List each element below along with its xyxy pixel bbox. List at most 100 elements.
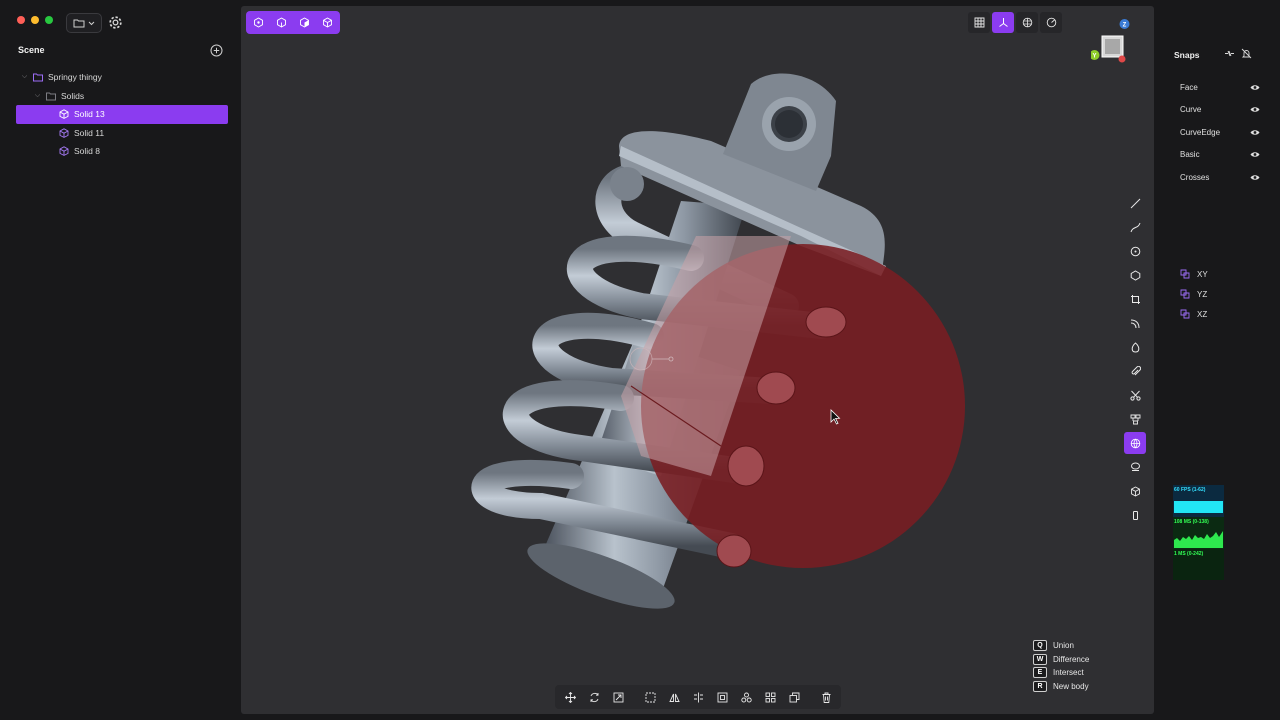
plane-icon (1180, 269, 1190, 279)
shortcut-difference[interactable]: W Difference (1033, 653, 1089, 666)
snap-list: Face Curve CurveEdge Basic Crosses (1180, 76, 1260, 189)
shortcut-key: E (1033, 667, 1047, 679)
maximize-window-button[interactable] (45, 16, 53, 24)
gizmo-y-label: Y (1092, 54, 1096, 60)
gizmo-z-label: Z (1123, 23, 1127, 29)
minimize-window-button[interactable] (31, 16, 39, 24)
edge-select-icon (277, 17, 286, 28)
orientation-gizmo[interactable]: Z Y (1091, 18, 1131, 68)
axes-icon (998, 18, 1008, 27)
frame-button[interactable] (639, 687, 661, 707)
array-button[interactable] (759, 687, 781, 707)
fit-icon (717, 692, 727, 702)
curve-icon (1130, 222, 1140, 232)
plane-xz[interactable]: XZ (1180, 304, 1208, 324)
snap-toggle-icon[interactable] (1224, 48, 1235, 59)
snap-basic[interactable]: Basic (1180, 144, 1260, 167)
3d-model[interactable] (241, 6, 1154, 714)
cut-icon (1129, 390, 1141, 401)
coil-cut-face (727, 445, 765, 487)
boolean-shortcuts: Q Union W Difference E Intersect R New body (1033, 640, 1089, 692)
chevron-down-icon[interactable]: ⌵ (33, 92, 42, 100)
file-menu-button[interactable] (66, 13, 102, 33)
device-preview-button[interactable] (1124, 504, 1146, 526)
snap-crosses[interactable]: Crosses (1180, 166, 1260, 189)
tree-item-solid-13[interactable]: Solid 13 (16, 105, 228, 124)
rectangle-tool-button[interactable] (1124, 288, 1146, 310)
render-mode-button[interactable] (1016, 12, 1038, 33)
folder-icon (33, 73, 43, 82)
camera-mode-button[interactable] (1040, 12, 1062, 33)
tree-item-solid-11[interactable]: Solid 11 (16, 124, 228, 143)
construction-planes: XY YZ XZ (1180, 264, 1208, 324)
attach-tool-button[interactable] (1124, 360, 1146, 382)
vertex-select-button[interactable] (247, 12, 270, 33)
notifications-off-icon[interactable] (1241, 48, 1252, 59)
eye-icon[interactable] (1250, 106, 1260, 113)
group-icon (740, 692, 752, 702)
mirror-button[interactable] (663, 687, 685, 707)
tree-item-solids[interactable]: ⌵ Solids (16, 87, 228, 106)
add-object-icon[interactable] (210, 44, 223, 57)
polygon-tool-button[interactable] (1124, 264, 1146, 286)
boolean-tool-button[interactable] (1124, 408, 1146, 430)
ms-graph: 108 MS (0-138) (1173, 517, 1224, 549)
shortcut-union[interactable]: Q Union (1033, 640, 1089, 652)
coil-cut-face (756, 371, 796, 405)
tree-item-label: Solid 13 (74, 109, 105, 120)
box-tool-button[interactable] (1124, 480, 1146, 502)
shortcut-new-body[interactable]: R New body (1033, 680, 1089, 693)
ms-readout: 108 MS (0-138) (1174, 519, 1209, 525)
close-window-button[interactable] (17, 16, 25, 24)
line-icon (1130, 198, 1140, 208)
curve-tool-button[interactable] (1124, 216, 1146, 238)
3d-viewport[interactable]: Z Y Q Union WDifference E Intersect R Ne… (241, 6, 1154, 714)
boolean-icon (1130, 414, 1140, 424)
shortcut-label: New body (1053, 681, 1089, 691)
snap-face[interactable]: Face (1180, 76, 1260, 99)
rotate-button[interactable] (583, 687, 605, 707)
axes-toggle-button[interactable] (992, 12, 1014, 33)
solid-select-button[interactable] (316, 12, 339, 33)
edge-select-button[interactable] (270, 12, 293, 33)
plane-label: YZ (1197, 289, 1208, 299)
move-button[interactable] (559, 687, 581, 707)
fit-button[interactable] (711, 687, 733, 707)
shortcut-intersect[interactable]: E Intersect (1033, 667, 1089, 679)
snap-curve[interactable]: Curve (1180, 99, 1260, 122)
duplicate-button[interactable] (783, 687, 805, 707)
align-button[interactable] (687, 687, 709, 707)
cut-tool-button[interactable] (1124, 384, 1146, 406)
view-toolbar (968, 12, 1062, 33)
tree-item-springy-thingy[interactable]: ⌵ Springy thingy (16, 68, 228, 87)
chevron-down-icon[interactable]: ⌵ (20, 73, 29, 81)
scale-button[interactable] (607, 687, 629, 707)
circle-tool-button[interactable] (1124, 240, 1146, 262)
spline-tool-button[interactable] (1124, 312, 1146, 334)
scene-sidebar: Scene ⌵ Springy thingy ⌵ Solids Solid 13… (0, 0, 240, 720)
coil-cut-face (805, 306, 847, 338)
delete-button[interactable] (815, 687, 837, 707)
plane-yz[interactable]: YZ (1180, 284, 1208, 304)
phone-icon (1132, 510, 1138, 520)
solid-icon (59, 128, 69, 138)
snap-curveedge[interactable]: CurveEdge (1180, 121, 1260, 144)
grid-toggle-button[interactable] (968, 12, 990, 33)
solid-select-icon (323, 17, 332, 28)
eye-icon[interactable] (1250, 174, 1260, 181)
plane-label: XY (1197, 269, 1208, 279)
offset-tool-button[interactable] (1124, 456, 1146, 478)
box-icon (1130, 485, 1140, 497)
gear-icon[interactable] (107, 14, 124, 31)
group-button[interactable] (735, 687, 757, 707)
eye-icon[interactable] (1250, 151, 1260, 158)
globe-tool-button[interactable] (1124, 432, 1146, 454)
sphere-tool-button[interactable] (1124, 336, 1146, 358)
eye-icon[interactable] (1250, 84, 1260, 91)
folder-icon (73, 19, 85, 28)
line-tool-button[interactable] (1124, 192, 1146, 214)
tree-item-solid-8[interactable]: Solid 8 (16, 142, 228, 161)
face-select-button[interactable] (293, 12, 316, 33)
eye-icon[interactable] (1250, 129, 1260, 136)
plane-xy[interactable]: XY (1180, 264, 1208, 284)
